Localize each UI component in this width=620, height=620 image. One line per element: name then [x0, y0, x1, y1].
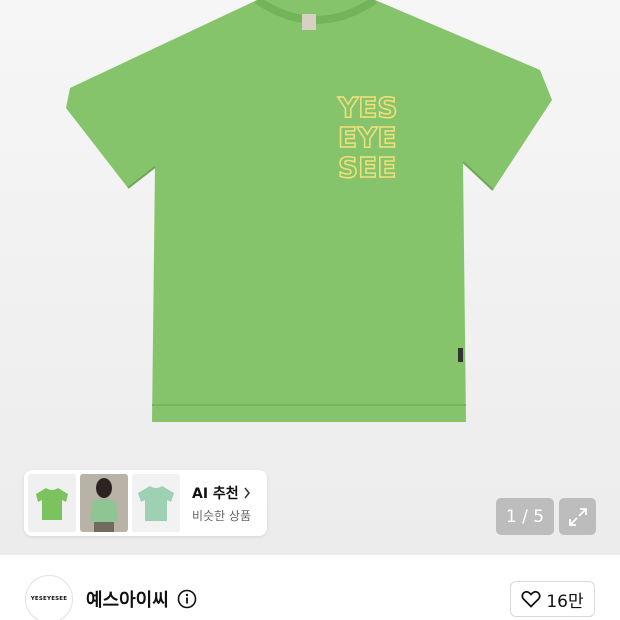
shirt-print-graphic: YES EYE SEE	[336, 90, 398, 185]
mint-tshirt-thumb	[132, 474, 180, 532]
reco-thumbnail-1[interactable]	[28, 474, 76, 532]
reco-title-label: AI 추천	[192, 485, 239, 502]
reco-title[interactable]: AI 추천	[192, 483, 251, 503]
image-counter: 1 / 5	[496, 498, 554, 535]
brand-logo[interactable]: YESEYESEE	[25, 575, 73, 620]
print-line-3: SEE	[338, 151, 396, 184]
ai-recommendation-card[interactable]: AI 추천 비슷한 상품	[24, 470, 267, 536]
heart-icon	[521, 590, 541, 608]
brand-name-link[interactable]: 예스아이씨	[86, 586, 197, 612]
reco-subtitle: 비슷한 상품	[192, 508, 252, 523]
info-icon[interactable]	[177, 589, 197, 609]
expand-button[interactable]	[559, 498, 596, 535]
reco-thumbnail-3[interactable]	[132, 474, 180, 532]
product-image-area[interactable]: YES EYE SEE AI 추천 비슷한 상품 1 / 5	[0, 0, 620, 555]
print-line-1: YES	[337, 91, 398, 124]
model-photo-thumb	[80, 474, 128, 532]
brand-name: 예스아이씨	[86, 590, 169, 611]
like-count: 16만	[546, 591, 584, 612]
print-line-2: EYE	[338, 121, 397, 154]
brand-logo-text: YESEYESEE	[30, 596, 68, 602]
chevron-right-icon	[244, 487, 250, 498]
like-button[interactable]: 16만	[510, 581, 595, 617]
reco-thumbnail-2[interactable]	[80, 474, 128, 532]
expand-icon	[568, 507, 587, 526]
green-tshirt-thumb	[28, 474, 76, 532]
